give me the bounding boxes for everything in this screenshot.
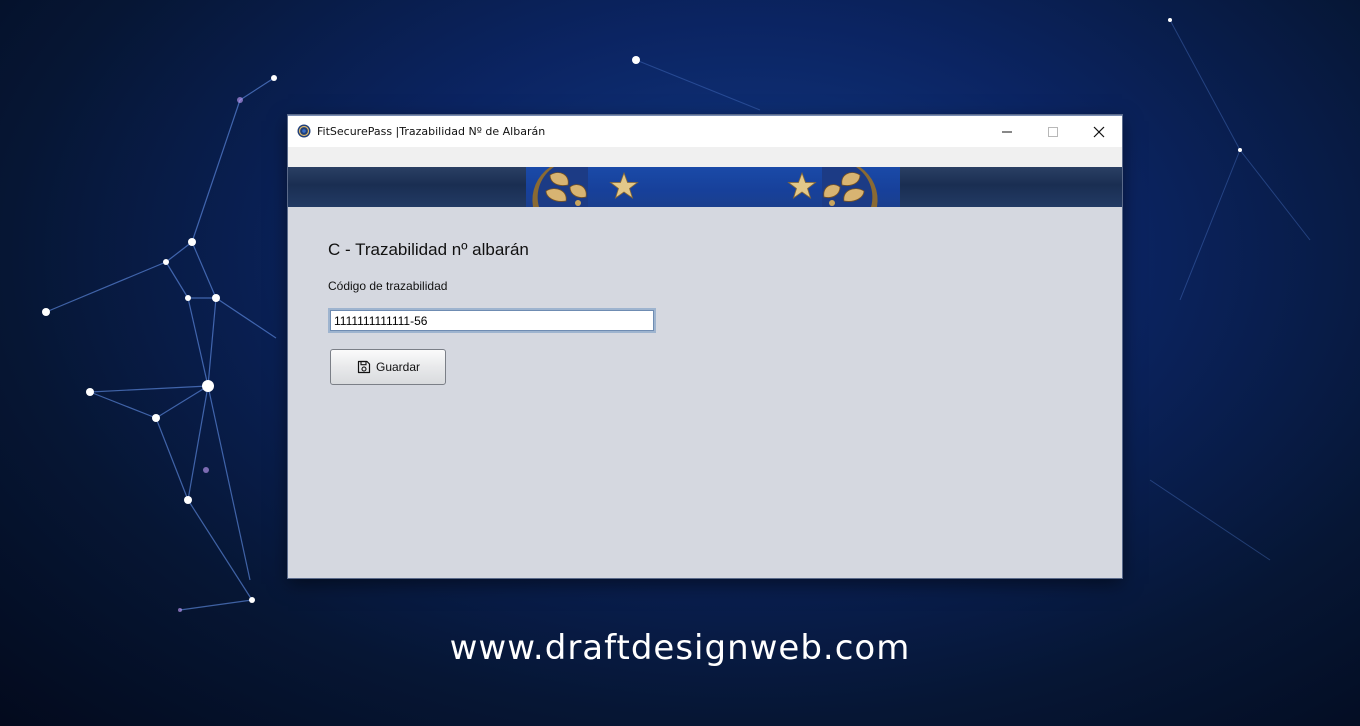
banner-emblem-icon <box>532 167 878 207</box>
trace-code-input[interactable] <box>328 308 656 333</box>
app-window: FitSecurePass |Trazabilidad Nº de Albará… <box>288 115 1122 578</box>
app-globe-icon <box>297 124 311 138</box>
minimize-button[interactable] <box>984 116 1030 147</box>
close-icon <box>1093 126 1105 137</box>
title-bar[interactable]: FitSecurePass |Trazabilidad Nº de Albará… <box>288 115 1122 147</box>
save-button[interactable]: Guardar <box>330 349 446 385</box>
save-button-label: Guardar <box>375 360 421 374</box>
banner-top-strip <box>288 147 1122 167</box>
maximize-button[interactable] <box>1030 116 1076 147</box>
minimize-icon <box>1002 131 1012 132</box>
maximize-icon <box>1048 126 1058 137</box>
window-title: FitSecurePass |Trazabilidad Nº de Albará… <box>317 125 546 138</box>
close-button[interactable] <box>1076 116 1122 147</box>
floppy-disk-icon <box>357 360 371 374</box>
header-banner <box>288 167 1122 207</box>
trace-code-label: Código de trazabilidad <box>328 279 448 293</box>
page-title: C - Trazabilidad nº albarán <box>328 240 529 259</box>
watermark-url: www.draftdesignweb.com <box>449 628 911 668</box>
